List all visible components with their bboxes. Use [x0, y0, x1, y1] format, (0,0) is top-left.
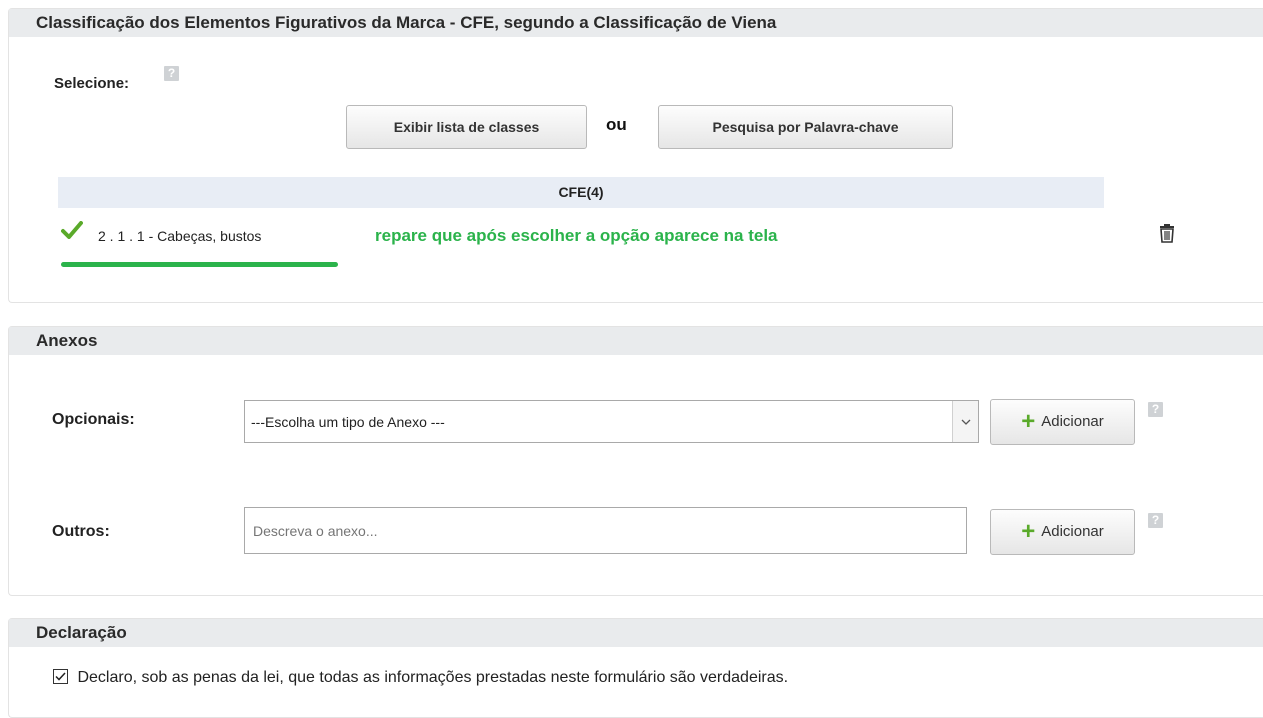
keyword-search-button[interactable]: Pesquisa por Palavra-chave	[658, 105, 953, 149]
plus-icon: +	[1021, 518, 1036, 546]
cfe-panel-title: Classificação dos Elementos Figurativos …	[9, 9, 1263, 37]
declaracao-panel: Declaração Declaro, sob as penas da lei,…	[8, 618, 1263, 718]
trash-icon[interactable]	[1158, 223, 1176, 248]
anexos-panel-title: Anexos	[9, 327, 1263, 355]
others-label: Outros:	[52, 523, 110, 540]
cfe-panel: Classificação dos Elementos Figurativos …	[8, 8, 1263, 303]
others-input[interactable]	[244, 507, 967, 554]
add-optional-button[interactable]: + Adicionar	[990, 399, 1135, 445]
declaracao-panel-title: Declaração	[9, 619, 1263, 647]
annotation-underline	[61, 262, 338, 267]
annotation-text: repare que após escolher a opção aparece…	[375, 226, 778, 245]
select-label: Selecione:	[54, 75, 130, 92]
anexos-panel: Anexos Opcionais: ---Escolha um tipo de …	[8, 326, 1263, 596]
cfe-table-header: CFE(4)	[58, 177, 1104, 208]
help-icon-optional[interactable]: ?	[1148, 402, 1163, 417]
add-others-button[interactable]: + Adicionar	[990, 509, 1135, 555]
check-icon	[61, 221, 83, 244]
optional-select-value: ---Escolha um tipo de Anexo ---	[251, 414, 445, 430]
declaration-checkbox[interactable]	[53, 669, 68, 684]
declaration-text: Declaro, sob as penas da lei, que todas …	[77, 669, 789, 686]
show-classes-button[interactable]: Exibir lista de classes	[346, 105, 587, 149]
add-optional-label: Adicionar	[1041, 412, 1104, 430]
help-icon-others[interactable]: ?	[1148, 513, 1163, 528]
add-others-label: Adicionar	[1041, 522, 1104, 540]
cfe-selected-row: 2 . 1 . 1 - Cabeças, bustos repare que a…	[61, 221, 1174, 257]
optional-select[interactable]: ---Escolha um tipo de Anexo ---	[244, 400, 979, 443]
chevron-down-icon[interactable]	[952, 401, 978, 442]
or-text: ou	[606, 115, 627, 134]
declaration-row: Declaro, sob as penas da lei, que todas …	[53, 669, 788, 687]
optional-label: Opcionais:	[52, 411, 135, 428]
help-icon[interactable]: ?	[164, 66, 179, 81]
plus-icon: +	[1021, 408, 1036, 436]
selected-item-label: 2 . 1 . 1 - Cabeças, bustos	[98, 228, 262, 244]
